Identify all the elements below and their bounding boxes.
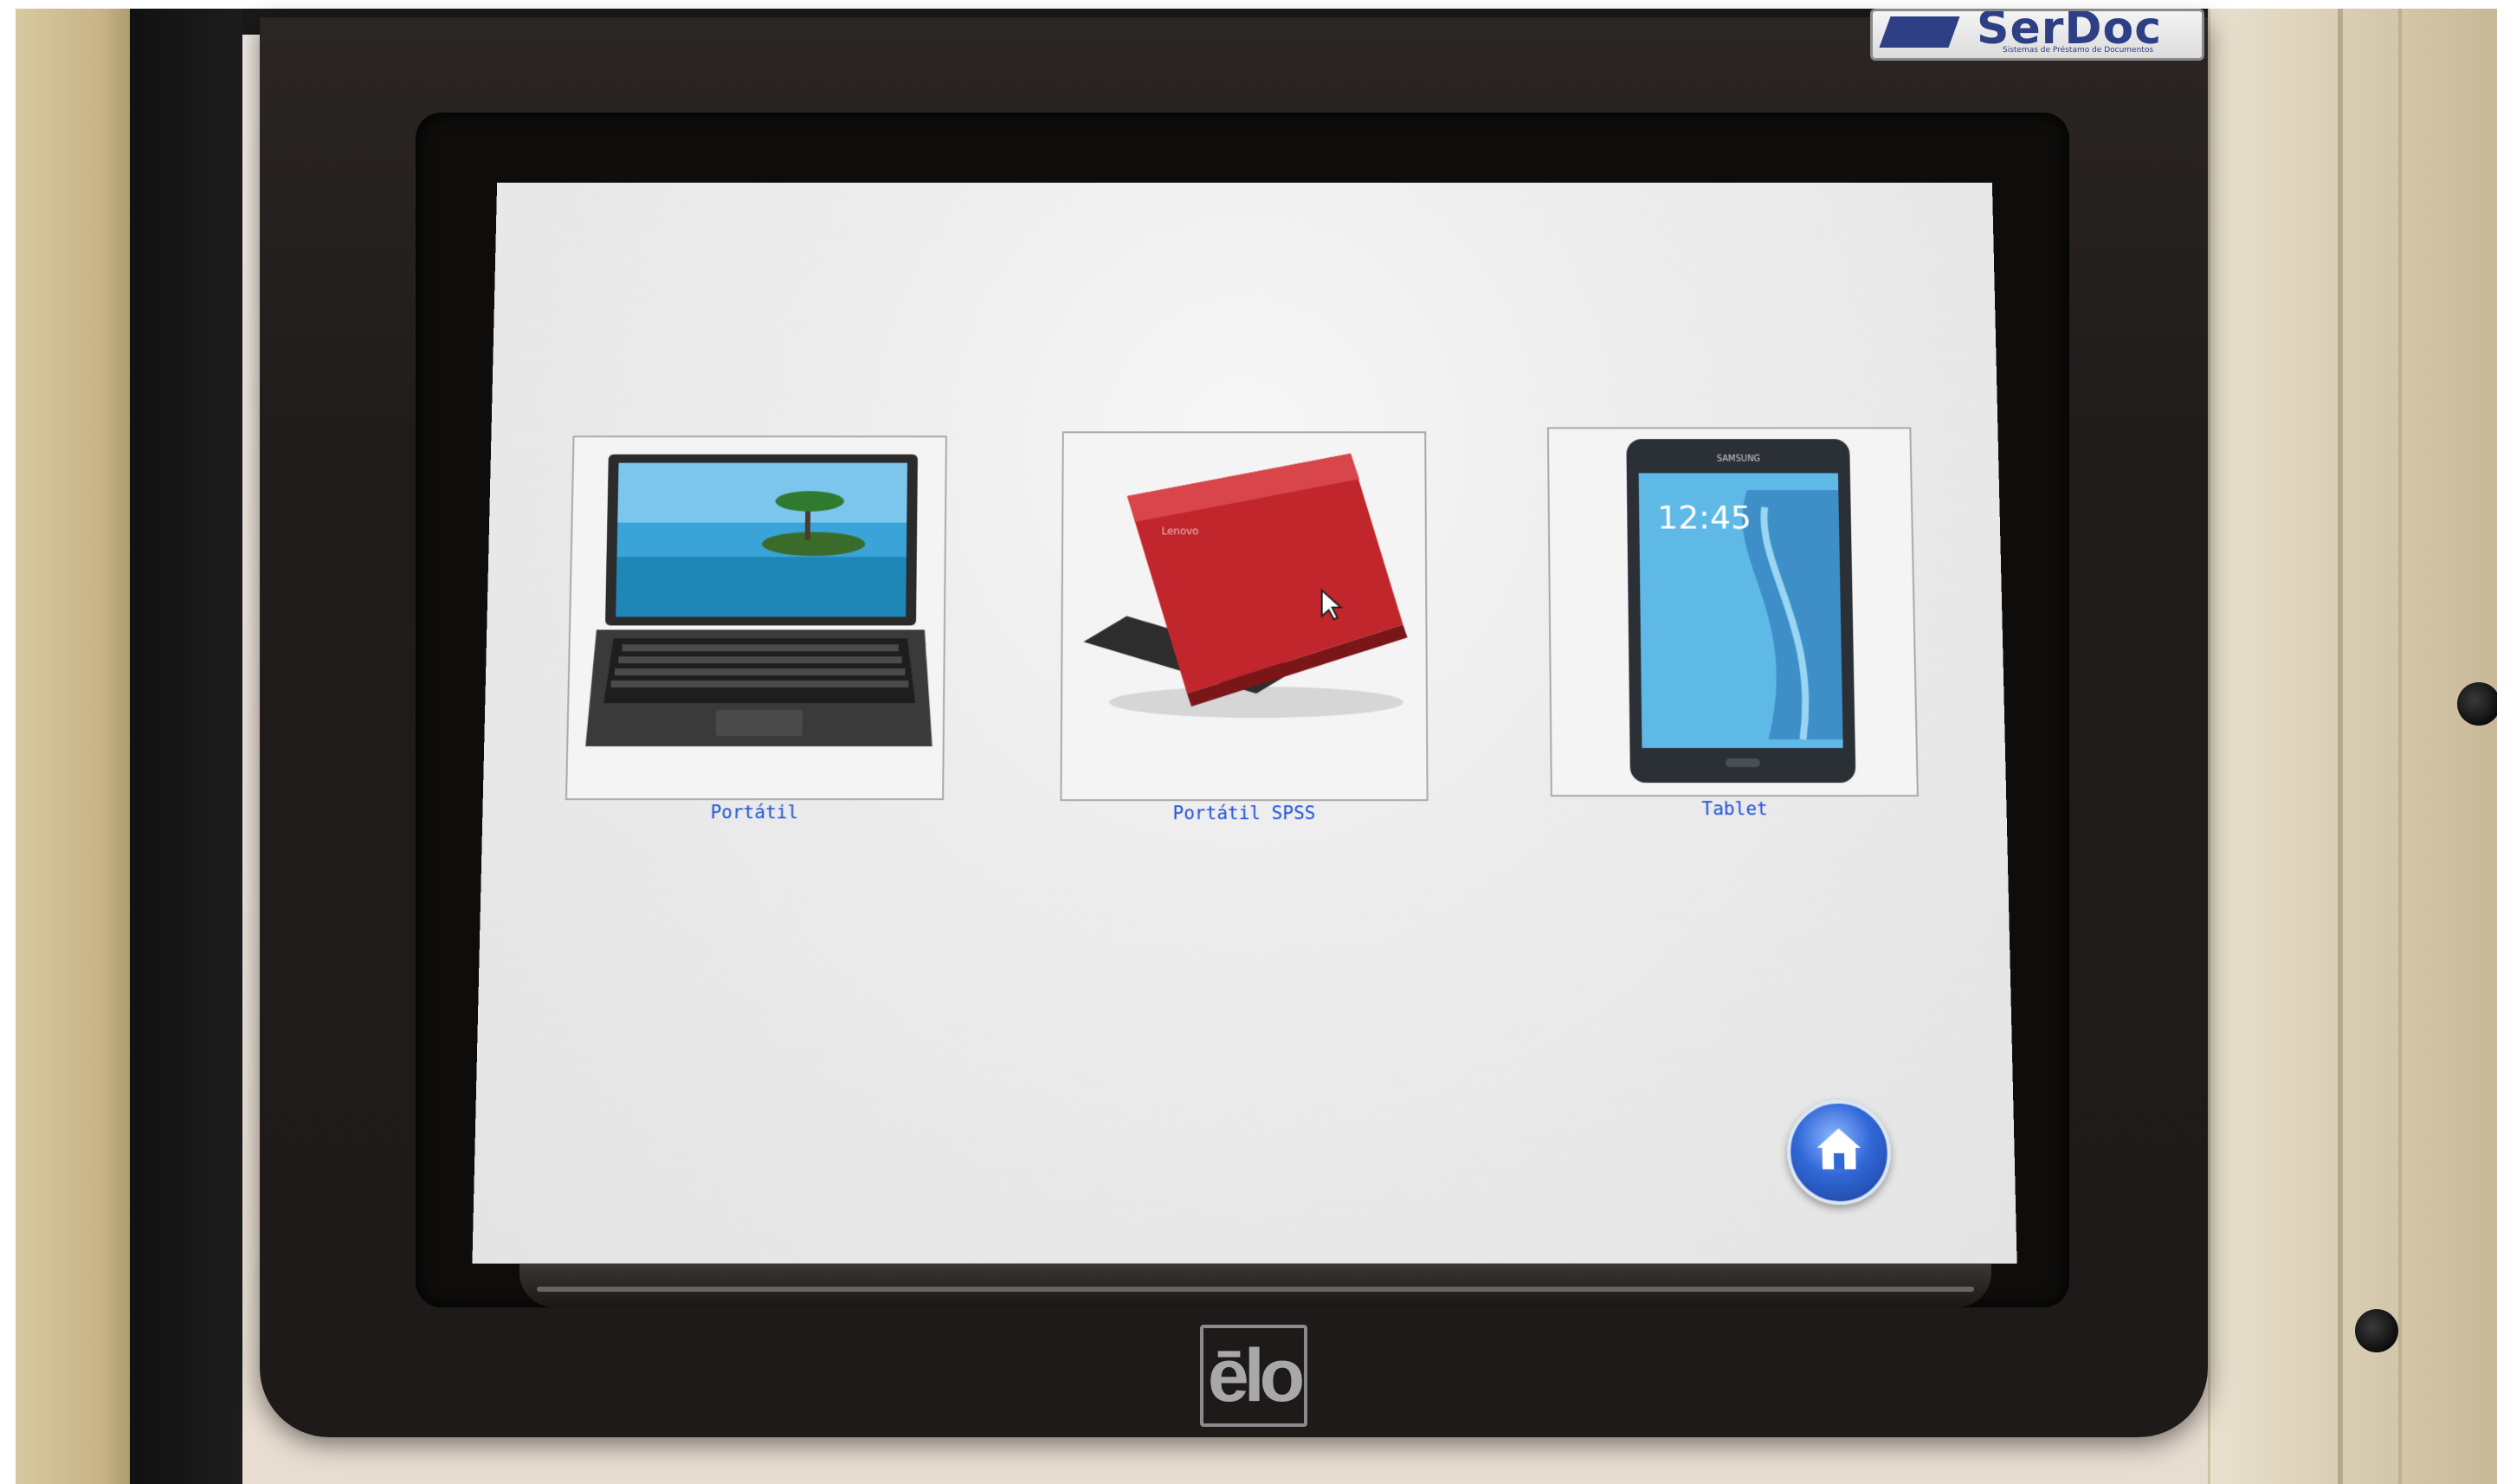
home-button[interactable] [1786, 1100, 1892, 1205]
tile-tablet[interactable]: 12:45 SAMSUNG Tablet [1547, 427, 1919, 797]
tile-portatil-spss[interactable]: Lenovo Portátil SPSS [1060, 431, 1428, 801]
tile-label: Portátil [566, 802, 942, 823]
screw-icon [2457, 682, 2497, 726]
serdoc-subtitle: Sistemas de Préstamo de Documentos [2003, 46, 2153, 55]
screw-icon [2355, 1309, 2398, 1352]
tablet-brand: SAMSUNG [1717, 455, 1761, 464]
tile-label: Tablet [1552, 798, 1918, 819]
tile-portatil[interactable]: Portátil [565, 436, 947, 800]
home-icon [1813, 1123, 1865, 1174]
elo-logo: ēlo [1200, 1325, 1307, 1427]
touch-screen: Portátil Lenovo Portátil SPSS 12:45 SAMS… [472, 183, 2016, 1264]
monitor-bottom-lip [519, 1264, 1991, 1307]
tablet-time: 12:45 [1657, 499, 1752, 537]
tile-label: Portátil SPSS [1061, 803, 1426, 823]
svg-text:Lenovo: Lenovo [1162, 525, 1199, 537]
cabinet-right [2208, 9, 2497, 1484]
cabinet-groove [2398, 9, 2402, 1484]
red-laptop-image: Lenovo [1074, 445, 1421, 728]
cabinet-groove [2338, 9, 2343, 1484]
wall-shadow [130, 9, 242, 1484]
serdoc-badge: SerDoc Sistemas de Préstamo de Documento… [1870, 9, 2204, 61]
black-laptop-image [584, 455, 934, 781]
samsung-tablet-image: 12:45 SAMSUNG [1626, 439, 1855, 783]
wall-left [16, 9, 137, 1484]
monitor-lip-highlight [537, 1287, 1974, 1292]
serdoc-logo-mark [1879, 16, 1959, 48]
